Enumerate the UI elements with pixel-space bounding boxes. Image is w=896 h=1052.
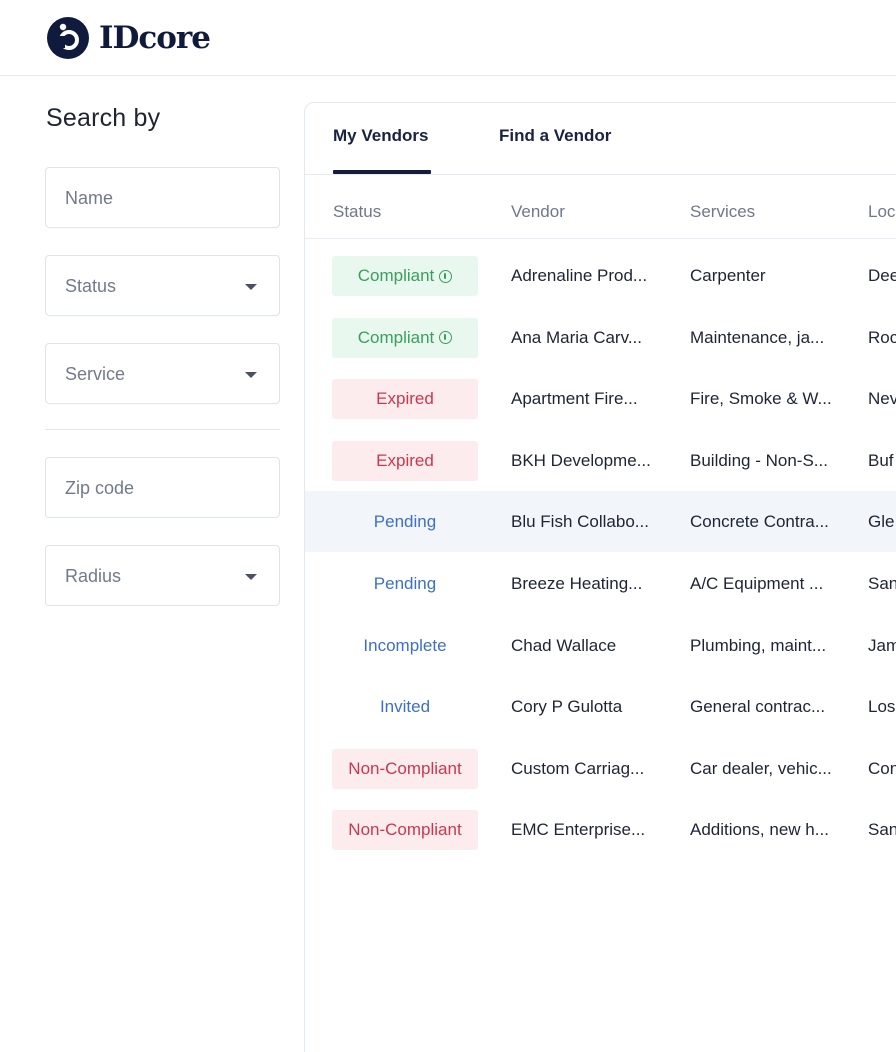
status-badge: Invited (332, 687, 478, 727)
name-input[interactable]: Name (45, 167, 280, 228)
location-cell: Los (868, 697, 896, 717)
location-cell: Jam (868, 635, 896, 655)
vendor-name-cell: Ana Maria Carv... (511, 327, 643, 347)
logo-icon (47, 17, 89, 59)
caret-down-icon (245, 372, 257, 378)
caret-down-icon (245, 574, 257, 580)
column-header-status[interactable]: Status (333, 202, 381, 222)
vendor-name-cell: Custom Carriag... (511, 758, 645, 778)
logo-text: IDcore (99, 20, 211, 56)
location-cell: San (868, 820, 896, 840)
top-bar: IDcore (0, 0, 896, 76)
status-badge-label: Pending (373, 574, 437, 593)
location-cell: Buf (868, 450, 894, 470)
table-row[interactable]: Non-Compliant Custom Carriag... Car dealer… (305, 738, 896, 799)
status-select-placeholder: Status (65, 276, 117, 296)
table-row[interactable]: Expired BKH Developme... Building - Non-S.… (305, 430, 896, 491)
location-cell: Dee (868, 266, 896, 285)
table-row[interactable]: Pending Breeze Heating... A/C Equipment ..… (305, 553, 896, 614)
status-badge: Non-Compliant (332, 748, 478, 789)
vendor-name-cell: Adrenaline Prod... (511, 266, 648, 285)
services-cell: Concrete Contra... (690, 512, 829, 532)
location-cell: Roc (868, 327, 896, 347)
status-badge-label: Compliant (357, 327, 435, 347)
logo[interactable]: IDcore (45, 16, 211, 60)
zip-code-input[interactable]: Zip code (45, 457, 280, 518)
status-badge-label: Expired (376, 389, 434, 409)
active-tab-indicator (333, 170, 431, 174)
services-cell: Building - Non-S... (690, 450, 828, 470)
service-select-placeholder: Service (65, 364, 126, 384)
location-cell: Gle (868, 512, 895, 532)
info-icon[interactable] (439, 331, 453, 345)
services-cell: Plumbing, maint... (690, 635, 827, 655)
status-badge: Expired (332, 440, 478, 481)
table-row[interactable]: Pending Blu Fish Collabo... Concrete Contr… (305, 491, 896, 553)
status-badge-label: Invited (379, 697, 431, 717)
location-cell: San (868, 574, 896, 593)
column-header-vendor[interactable]: Vendor (511, 202, 565, 222)
info-icon[interactable] (439, 269, 453, 283)
status-select[interactable]: Status (45, 255, 280, 316)
column-header-services[interactable]: Services (690, 202, 755, 222)
vendor-name-cell: Cory P Gulotta (511, 697, 623, 717)
sidebar-divider (45, 429, 280, 430)
tab-find-a-vendor[interactable]: Find a Vendor (499, 126, 611, 146)
column-header-location[interactable]: Loc (868, 202, 895, 222)
services-cell: Additions, new h... (690, 820, 829, 840)
vendor-name-cell: Blu Fish Collabo... (511, 512, 649, 532)
service-select[interactable]: Service (45, 343, 280, 404)
table-row[interactable]: Incomplete Chad Wallace Plumbing, maint...… (305, 615, 896, 676)
location-cell: Con (868, 758, 896, 778)
services-cell: Fire, Smoke & W... (690, 389, 832, 409)
caret-down-icon (245, 284, 257, 290)
table-row[interactable]: Compliant Adrenaline Prod... Carpenter Dee (305, 245, 896, 306)
table-row[interactable]: Non-Compliant EMC Enterprise... Additions,… (305, 799, 896, 860)
status-badge-label: Compliant (357, 266, 435, 285)
table-row[interactable]: Compliant Ana Maria Carv... Maintenance, j… (305, 307, 896, 368)
status-badge: Expired (332, 379, 478, 420)
vendor-name-cell: Chad Wallace (511, 635, 617, 655)
location-cell: Nev (868, 389, 896, 409)
services-cell: General contrac... (690, 697, 826, 717)
table-header-divider (305, 238, 896, 239)
status-badge: Pending (332, 502, 478, 542)
status-badge: Incomplete (332, 626, 478, 666)
status-badge: Pending (332, 564, 478, 604)
services-cell: A/C Equipment ... (690, 574, 824, 593)
vendor-name-cell: BKH Developme... (511, 450, 651, 470)
status-badge: Compliant (332, 317, 478, 358)
vendor-name-cell: EMC Enterprise... (511, 820, 646, 840)
tabs-divider (305, 174, 896, 175)
vendor-name-cell: Apartment Fire... (511, 389, 638, 409)
zip-code-placeholder: Zip code (65, 478, 135, 498)
radius-select-placeholder: Radius (65, 566, 122, 586)
table-row[interactable]: Invited Cory P Gulotta General contrac... L… (305, 676, 896, 737)
status-badge-label: Non-Compliant (348, 820, 462, 840)
services-cell: Maintenance, ja... (690, 327, 825, 347)
table-row[interactable]: Expired Apartment Fire... Fire, Smoke & W.… (305, 368, 896, 429)
name-input-placeholder: Name (65, 188, 114, 208)
services-cell: Carpenter (690, 266, 766, 285)
vendor-name-cell: Breeze Heating... (511, 574, 643, 593)
status-badge: Compliant (332, 256, 478, 296)
services-cell: Car dealer, vehic... (690, 758, 832, 778)
status-badge: Non-Compliant (332, 810, 478, 851)
tab-my-vendors[interactable]: My Vendors (333, 126, 428, 146)
radius-select[interactable]: Radius (45, 545, 280, 606)
status-badge-label: Pending (373, 512, 437, 532)
status-badge-label: Non-Compliant (348, 758, 462, 778)
status-badge-label: Incomplete (363, 635, 447, 655)
search-by-title: Search by (46, 104, 161, 132)
status-badge-label: Expired (376, 450, 434, 470)
